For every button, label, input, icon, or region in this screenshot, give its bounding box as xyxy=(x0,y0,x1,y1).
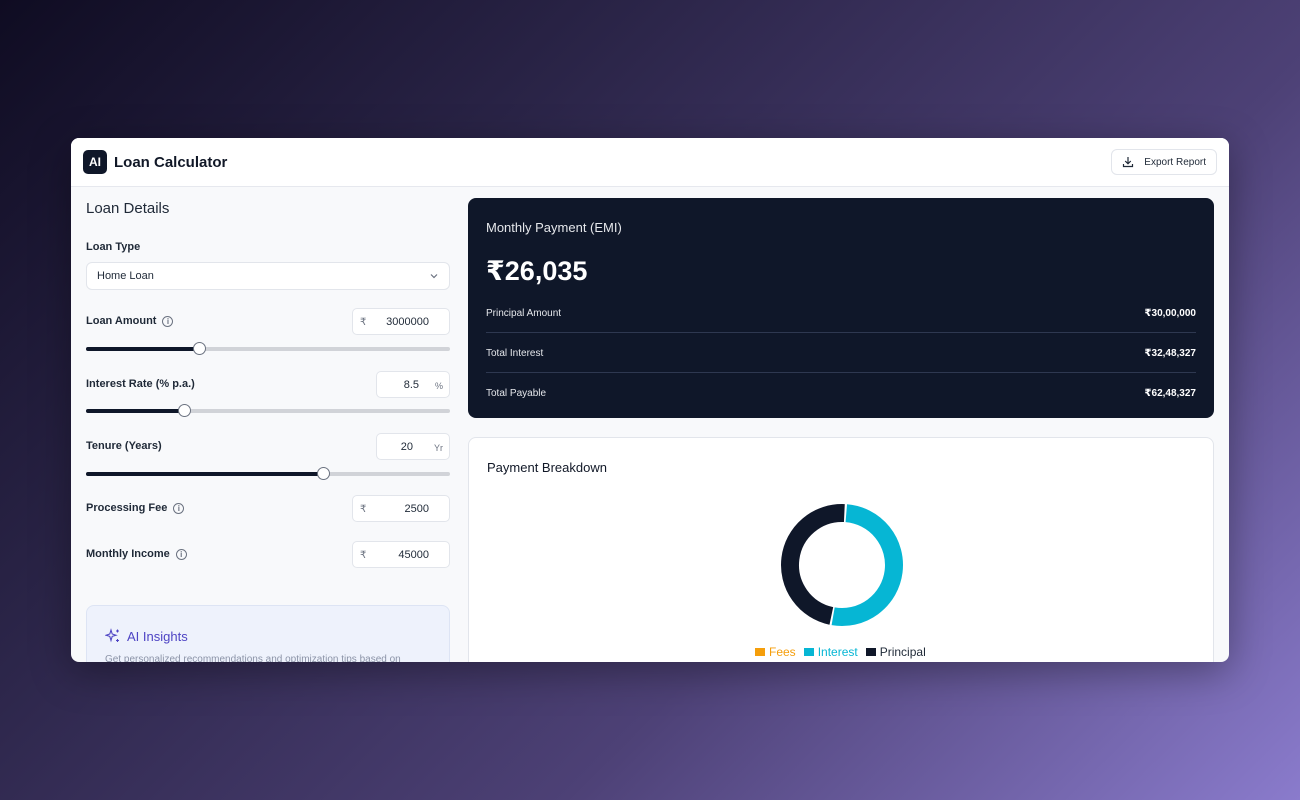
emi-value: ₹26,035 xyxy=(486,256,588,286)
interest-rate-slider-fill xyxy=(86,409,185,413)
rupee-prefix: ₹ xyxy=(360,504,367,515)
total-payable-label: Total Payable xyxy=(486,387,547,399)
loan-amount-input[interactable]: ₹ 3000000 xyxy=(352,308,450,335)
total-interest-row: Total Interest ₹32,48,327 xyxy=(486,333,1196,373)
payment-breakdown-donut-chart xyxy=(781,504,903,626)
ai-insights-description: Get personalized recommendations and opt… xyxy=(105,654,401,662)
tenure-label: Tenure (Years) xyxy=(86,440,162,452)
processing-fee-input[interactable]: ₹ 2500 xyxy=(352,495,450,522)
emi-card: Monthly Payment (EMI) ₹26,035 Principal … xyxy=(468,198,1214,418)
loan-details-title: Loan Details xyxy=(86,200,170,217)
app-window: AI Loan Calculator Export Report Loan De… xyxy=(71,138,1229,662)
ai-insights-title: AI Insights xyxy=(127,628,188,644)
legend-fees[interactable]: Fees xyxy=(755,645,796,659)
donut-slice-interest[interactable] xyxy=(831,504,903,626)
monthly-income-input[interactable]: ₹ 45000 xyxy=(352,541,450,568)
tenure-slider-fill xyxy=(86,472,323,476)
loan-type-select[interactable]: Home Loan xyxy=(86,262,450,290)
ai-insights-heading: AI Insights xyxy=(105,628,188,644)
rupee-prefix: ₹ xyxy=(360,317,367,328)
interest-rate-label: Interest Rate (% p.a.) xyxy=(86,378,195,390)
percent-suffix: % xyxy=(434,381,443,391)
tenure-input[interactable]: 20 Yr xyxy=(376,433,450,460)
total-payable-value: ₹62,48,327 xyxy=(1144,387,1196,399)
principal-amount-label: Principal Amount xyxy=(486,307,562,319)
tenure-value: 20 xyxy=(400,441,413,453)
loan-amount-value: 3000000 xyxy=(386,316,429,328)
processing-fee-label: Processing Fee i xyxy=(86,502,185,514)
loan-type-value: Home Loan xyxy=(97,270,154,282)
interest-rate-value: 8.5 xyxy=(403,379,419,391)
sparkles-icon xyxy=(105,628,119,643)
export-report-button[interactable]: Export Report xyxy=(1111,149,1217,175)
payment-breakdown-title: Payment Breakdown xyxy=(487,460,607,475)
loan-amount-label: Loan Amount i xyxy=(86,315,174,327)
legend-principal-swatch xyxy=(865,648,876,656)
chart-legend: Fees Interest Principal xyxy=(755,645,926,659)
legend-interest-swatch xyxy=(803,648,814,656)
ai-insights-card[interactable]: AI Insights Get personalized recommendat… xyxy=(86,605,450,662)
legend-interest-label: Interest xyxy=(817,645,858,659)
processing-fee-value: 2500 xyxy=(404,503,429,515)
loan-amount-slider-fill xyxy=(86,347,199,351)
info-icon[interactable]: i xyxy=(162,315,174,327)
legend-fees-swatch xyxy=(755,648,765,656)
total-interest-label: Total Interest xyxy=(486,347,544,359)
legend-fees-label: Fees xyxy=(769,645,796,659)
app-logo: AI xyxy=(83,150,107,174)
chevron-down-icon xyxy=(430,274,438,279)
loan-details-panel: Loan Details Loan Type Home Loan Loan Am… xyxy=(86,200,450,600)
export-report-label: Export Report xyxy=(1144,156,1206,168)
emi-label: Monthly Payment (EMI) xyxy=(486,220,622,235)
principal-amount-row: Principal Amount ₹30,00,000 xyxy=(486,293,1196,333)
legend-principal-label: Principal xyxy=(879,645,926,659)
total-interest-value: ₹32,48,327 xyxy=(1144,347,1196,359)
interest-rate-input[interactable]: 8.5 % xyxy=(376,371,450,398)
interest-rate-slider-thumb[interactable] xyxy=(178,404,192,417)
legend-principal[interactable]: Principal xyxy=(865,645,926,659)
loan-amount-slider[interactable] xyxy=(86,342,450,355)
payment-breakdown-card: Payment Breakdown Fees Interest Principa… xyxy=(468,437,1214,662)
download-icon xyxy=(1123,157,1134,168)
loan-amount-slider-thumb[interactable] xyxy=(192,342,206,355)
rupee-prefix: ₹ xyxy=(360,550,367,561)
monthly-income-label: Monthly Income i xyxy=(86,548,187,560)
tenure-slider[interactable] xyxy=(86,467,450,480)
info-icon[interactable]: i xyxy=(175,548,187,560)
years-suffix: Yr xyxy=(434,443,443,453)
donut-slice-principal[interactable] xyxy=(781,504,845,625)
loan-type-label: Loan Type xyxy=(86,241,141,253)
principal-amount-value: ₹30,00,000 xyxy=(1144,307,1196,319)
legend-interest[interactable]: Interest xyxy=(803,645,858,659)
total-payable-row: Total Payable ₹62,48,327 xyxy=(486,373,1196,413)
tenure-slider-thumb[interactable] xyxy=(316,467,330,480)
monthly-income-value: 45000 xyxy=(398,549,429,561)
info-icon[interactable]: i xyxy=(173,502,185,514)
interest-rate-slider[interactable] xyxy=(86,404,450,417)
app-title: Loan Calculator xyxy=(114,153,228,171)
app-header: AI Loan Calculator Export Report xyxy=(71,138,1229,187)
